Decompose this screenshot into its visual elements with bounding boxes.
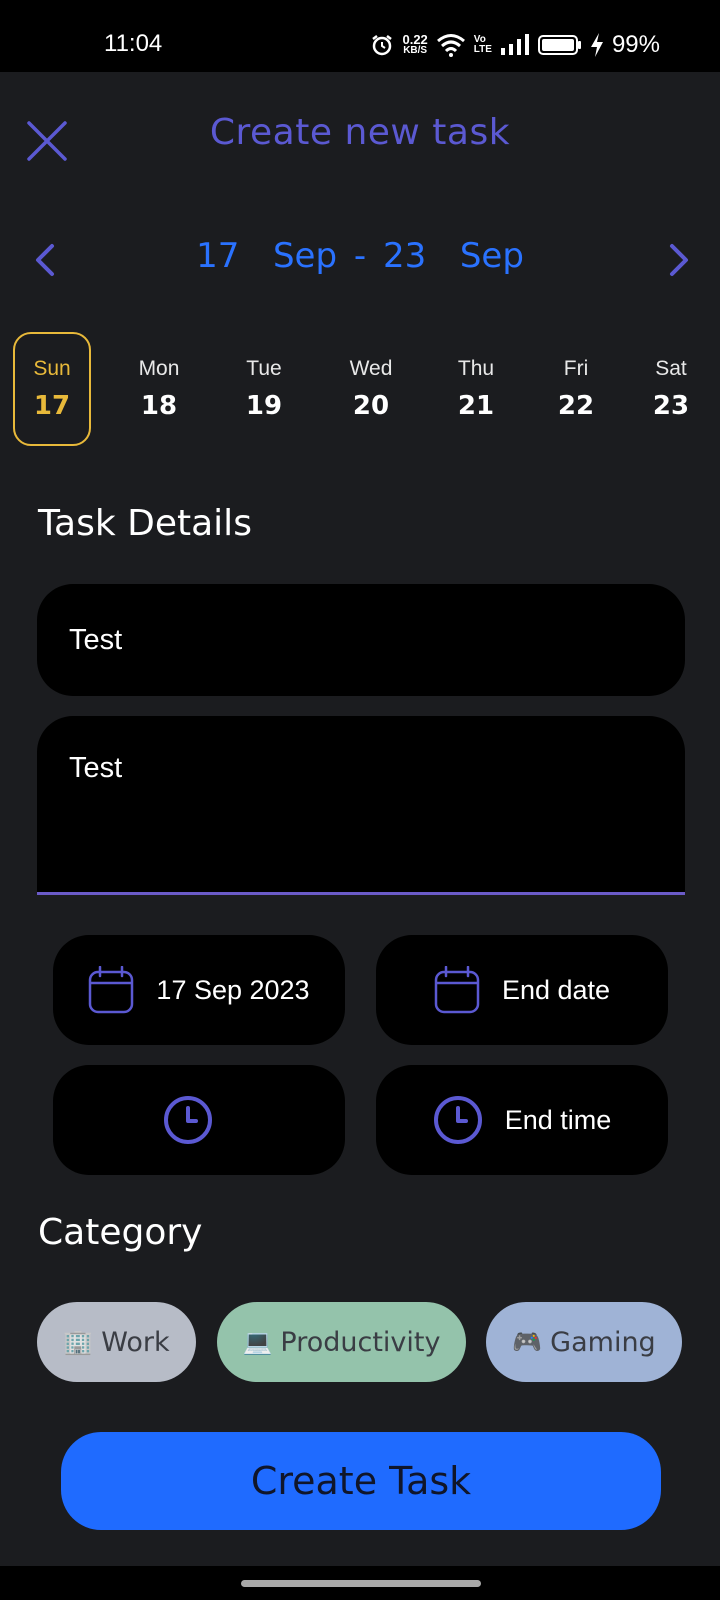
week-range: 17 Sep - 23 Sep [196,236,524,276]
page-title: Create new task [209,112,511,153]
category-chip-gaming[interactable]: 🎮 Gaming [486,1302,682,1382]
day-mon[interactable]: Mon 18 [120,332,198,446]
day-tue[interactable]: Tue 19 [225,332,303,446]
clock-icon [164,1096,212,1144]
start-time-button[interactable] [53,1065,345,1175]
calendar-icon [434,966,480,1014]
end-time-button[interactable]: End time [376,1065,668,1175]
category-heading: Category [38,1212,203,1253]
network-speed: 0.22 KB/S [402,32,428,56]
day-thu[interactable]: Thu 21 [437,332,515,446]
description-underline [37,892,685,895]
day-name: Fri [563,357,589,380]
category-label: Gaming [550,1326,656,1358]
status-bar: 11:04 0.22 KB/S Vo LTE 99% [0,0,720,72]
status-icons: 0.22 KB/S Vo LTE 99% [370,28,660,62]
wifi-icon [436,34,465,57]
category-label: Productivity [280,1326,441,1358]
category-chip-work[interactable]: 🏢 Work [37,1302,196,1382]
category-chip-productivity[interactable]: 💻 Productivity [217,1302,466,1382]
day-fri[interactable]: Fri 22 [537,332,615,446]
home-indicator[interactable] [241,1580,481,1587]
start-date-button[interactable]: 17 Sep 2023 [53,935,345,1045]
task-description-input[interactable]: Test [37,716,685,894]
chevron-right-icon[interactable] [664,240,694,280]
status-time: 11:04 [104,30,163,57]
task-title-value: Test [69,623,123,656]
day-number: 19 [245,391,283,421]
day-name: Tue [246,357,282,380]
gamepad-icon: 🎮 [512,1328,543,1356]
day-name: Wed [349,357,393,380]
task-description-value: Test [69,752,123,784]
volte-indicator: Vo LTE [474,35,492,55]
alarm-icon [372,35,393,56]
network-speed-value: 0.22 [402,32,428,47]
day-number: 20 [352,391,390,421]
day-number: 22 [557,391,595,421]
day-name: Sat [655,357,687,380]
category-label: Work [101,1326,170,1358]
battery-percent: 99% [611,31,660,58]
end-date-button[interactable]: End date [376,935,668,1045]
day-wed[interactable]: Wed 20 [332,332,410,446]
laptop-icon: 💻 [242,1328,273,1356]
day-name: Thu [457,357,495,380]
day-sun[interactable]: Sun 17 [13,332,91,446]
day-number: 18 [140,391,178,421]
calendar-icon [89,966,134,1014]
day-number: 17 [33,391,71,421]
charging-icon [590,33,603,57]
clock-icon [433,1096,482,1144]
volte-bottom: LTE [473,44,492,55]
day-name: Mon [138,357,180,380]
create-task-button[interactable]: Create Task [61,1432,661,1530]
signal-icon [500,34,529,55]
day-number: 23 [652,391,690,421]
task-details-heading: Task Details [38,503,252,544]
building-icon: 🏢 [63,1328,94,1356]
day-sat[interactable]: Sat 23 [632,332,710,446]
day-number: 21 [457,391,495,421]
start-date-value: 17 Sep 2023 [156,974,310,1005]
task-title-input[interactable]: Test [37,584,685,696]
day-name: Sun [33,357,71,380]
end-time-label: End time [504,1104,612,1135]
battery-icon [537,35,581,55]
network-speed-unit: KB/S [403,45,428,56]
end-date-label: End date [501,974,611,1005]
